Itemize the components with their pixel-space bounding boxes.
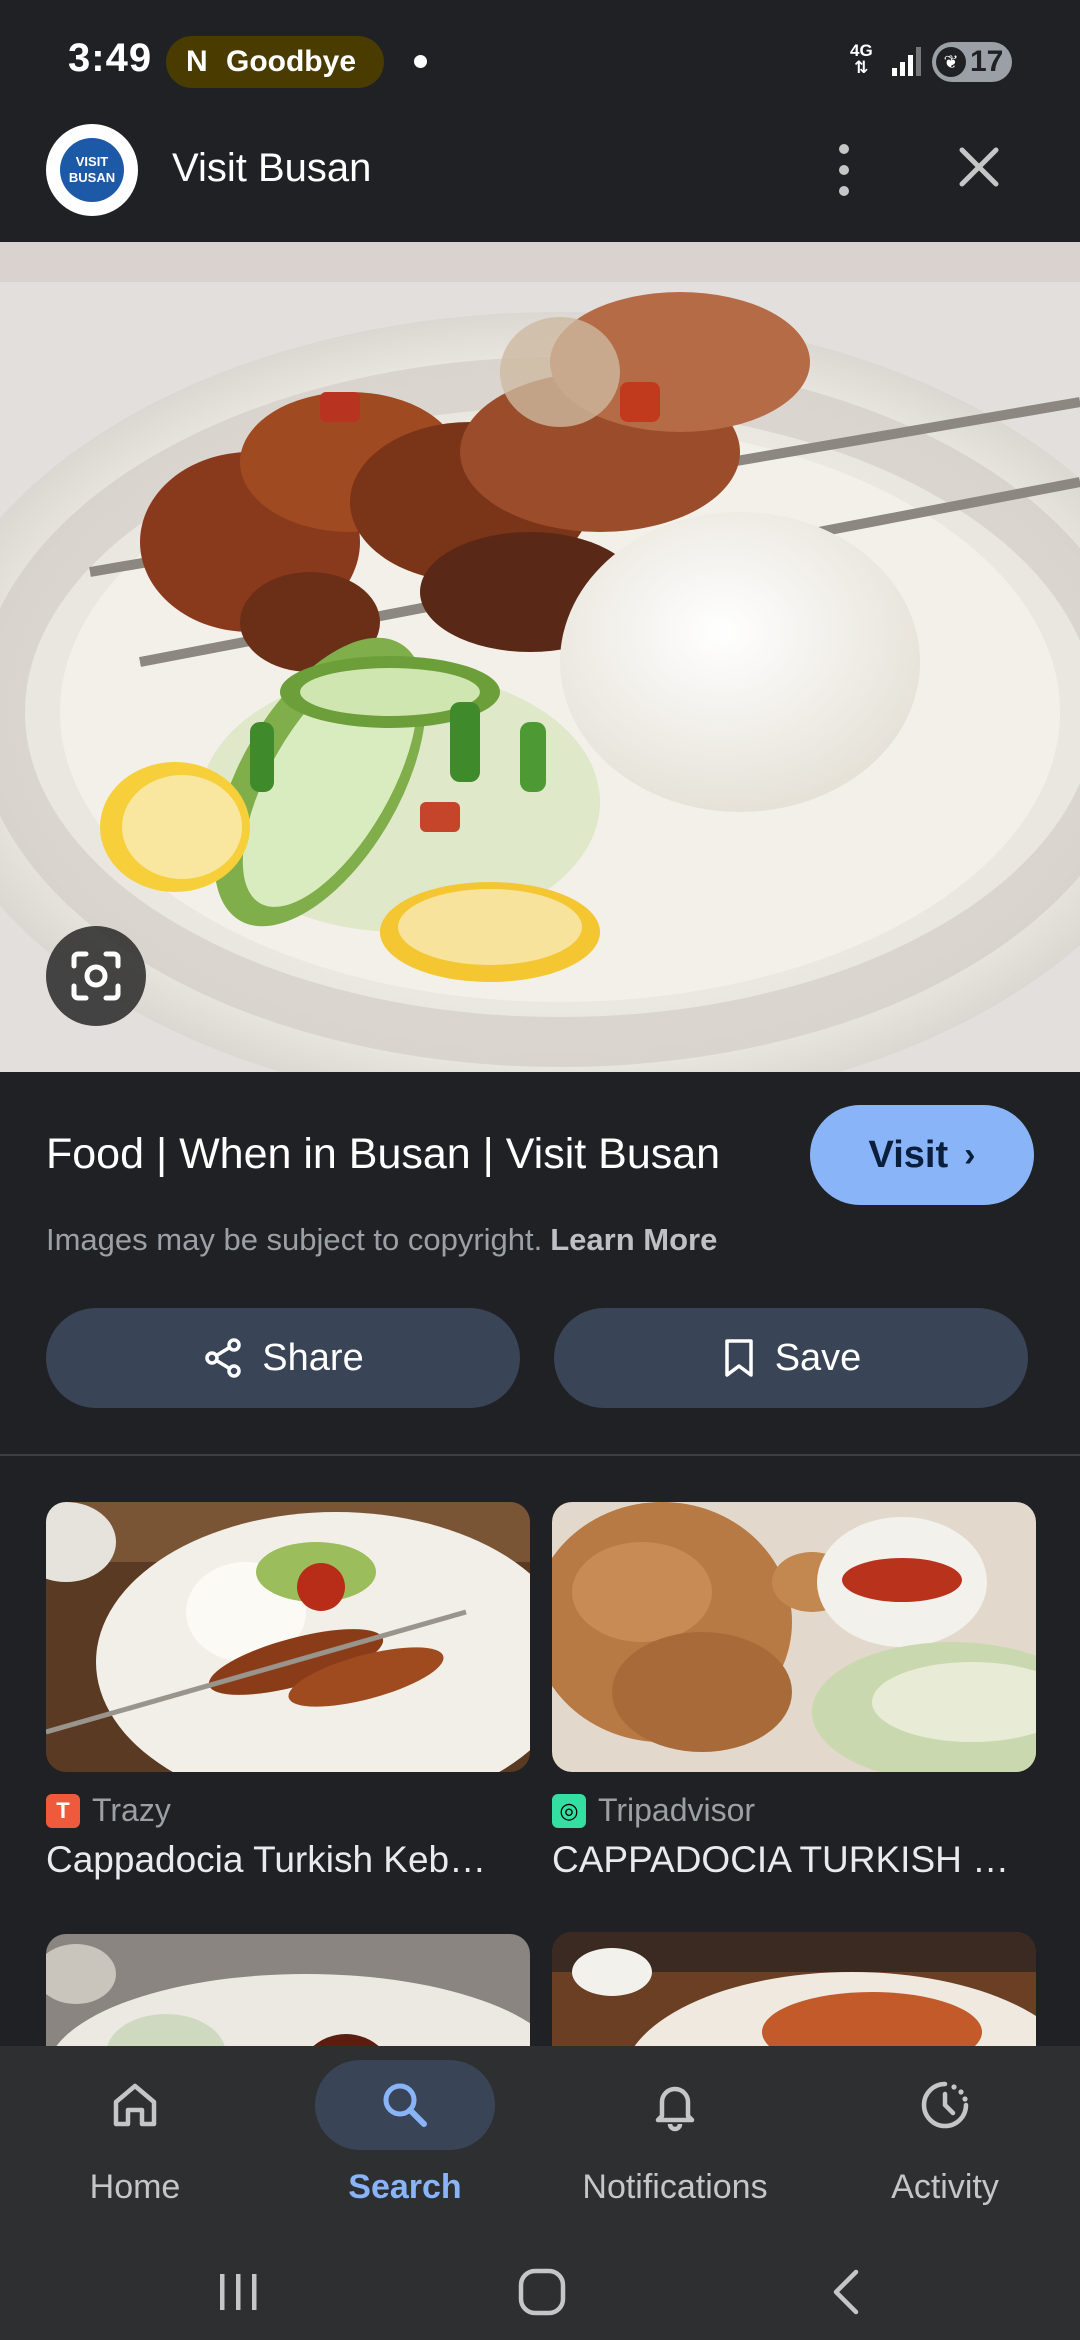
related-result-card[interactable]: ◎ Tripadvisor CAPPADOCIA TURKISH … — [552, 1502, 1036, 1881]
nav-label-search: Search — [348, 2168, 462, 2206]
share-button[interactable]: Share — [46, 1308, 520, 1408]
section-divider — [0, 1454, 1080, 1456]
tripadvisor-icon: ◎ — [552, 1793, 586, 1828]
related-result-card[interactable]: T Trazy Cappadocia Turkish Keb… — [46, 1502, 530, 1881]
home-icon — [113, 2083, 157, 2127]
more-options-icon[interactable] — [820, 140, 868, 200]
viewer-header: VISIT BUSAN Visit Busan — [0, 96, 1080, 242]
nav-icon-container — [315, 2060, 495, 2150]
visit-button-label: Visit — [868, 1133, 949, 1176]
nav-icon-container — [855, 2060, 1035, 2150]
notification-dot-icon — [414, 55, 427, 68]
status-bar: 3:49 N Goodbye 4G ⇅ ❦ 17 — [0, 0, 1080, 96]
copyright-notice: Images may be subject to copyright. Learn… — [46, 1222, 717, 1258]
status-time: 3:49 — [68, 36, 153, 80]
signal-icon — [892, 47, 921, 76]
nav-icon-container — [585, 2060, 765, 2150]
result-source: T Trazy — [46, 1792, 530, 1829]
back-icon[interactable] — [826, 2266, 866, 2318]
page-title: Food | When in Busan | Visit Busan — [46, 1130, 721, 1178]
nav-icon-container — [45, 2060, 225, 2150]
chevron-right-icon: › — [964, 1135, 976, 1174]
result-thumbnail[interactable] — [46, 1502, 530, 1772]
media-notification-pill[interactable]: N Goodbye — [166, 36, 384, 88]
recent-apps-icon[interactable] — [214, 2268, 264, 2316]
bell-icon — [655, 2086, 695, 2132]
result-source-name: Trazy — [92, 1792, 171, 1828]
system-navigation-bar — [0, 2246, 1080, 2340]
nav-label-notifications: Notifications — [582, 2168, 768, 2206]
activity-icon — [921, 2081, 969, 2129]
result-caption[interactable]: CAPPADOCIA TURKISH … — [552, 1839, 1036, 1881]
battery-indicator: ❦ 17 — [932, 42, 1012, 82]
nav-item-activity[interactable]: Activity — [810, 2046, 1080, 2246]
result-caption[interactable]: Cappadocia Turkish Keb… — [46, 1839, 530, 1881]
lens-search-button[interactable] — [46, 926, 146, 1026]
nav-item-notifications[interactable]: Notifications — [540, 2046, 810, 2246]
home-system-icon[interactable] — [516, 2266, 568, 2318]
trazy-icon: T — [46, 1793, 80, 1828]
nav-label-home: Home — [89, 2168, 181, 2206]
site-logo-mark: VISIT BUSAN — [60, 138, 124, 202]
site-title[interactable]: Visit Busan — [172, 146, 371, 191]
result-source: ◎ Tripadvisor — [552, 1792, 1036, 1829]
save-button[interactable]: Save — [554, 1308, 1028, 1408]
battery-level: 17 — [970, 45, 1004, 78]
netflix-icon: N — [186, 45, 208, 78]
copyright-text: Images may be subject to copyright. — [46, 1222, 543, 1257]
bottom-navigation: Home Search Notifications Activity — [0, 2046, 1080, 2246]
media-pill-text: Goodbye — [226, 45, 357, 78]
visit-button[interactable]: Visit › — [810, 1105, 1034, 1205]
bookmark-icon — [724, 1339, 753, 1377]
save-label: Save — [774, 1336, 862, 1379]
lens-icon — [71, 951, 121, 1001]
main-image[interactable] — [0, 242, 1080, 1072]
network-type: 4G ⇅ — [850, 41, 873, 77]
nav-item-home[interactable]: Home — [0, 2046, 270, 2246]
site-logo[interactable]: VISIT BUSAN — [46, 124, 138, 216]
nav-label-activity: Activity — [891, 2168, 999, 2206]
close-icon[interactable] — [954, 142, 1004, 192]
share-label: Share — [262, 1336, 364, 1379]
battery-saver-icon: ❦ — [936, 47, 966, 77]
network-type-label: 4G — [850, 41, 873, 60]
nav-item-search[interactable]: Search — [270, 2046, 540, 2246]
result-thumbnail[interactable] — [552, 1502, 1036, 1772]
search-icon — [383, 2083, 427, 2127]
learn-more-link[interactable]: Learn More — [550, 1222, 717, 1257]
result-source-name: Tripadvisor — [598, 1792, 756, 1828]
share-icon — [205, 1338, 242, 1378]
